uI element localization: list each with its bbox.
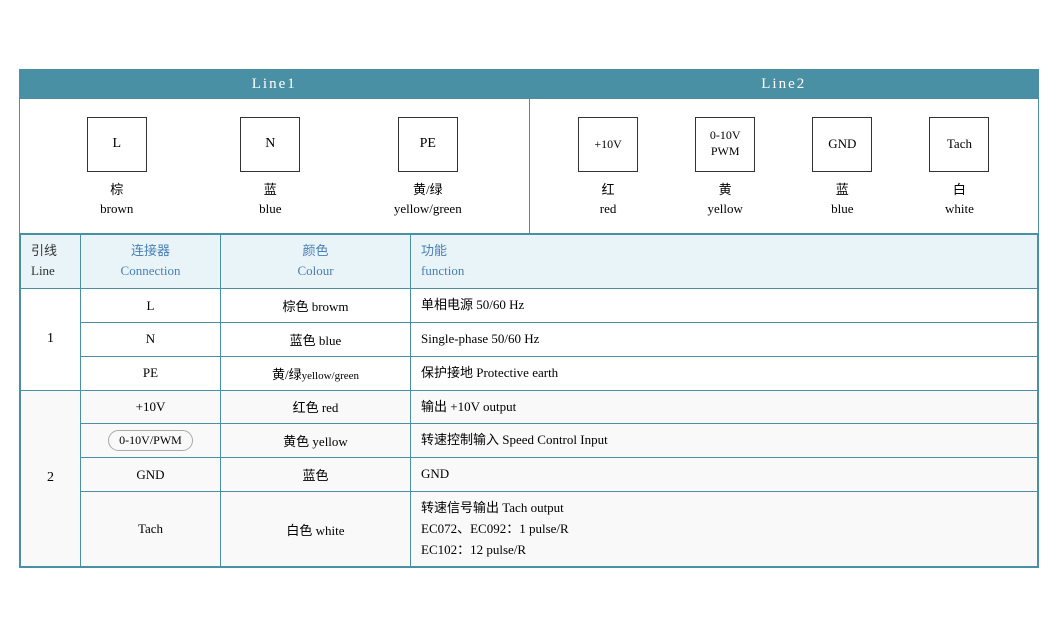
col-header-function-en: function bbox=[421, 261, 1027, 282]
func-cell-Tach: 转速信号输出 Tach output EC072、EC092：1 pulse/R… bbox=[411, 492, 1038, 567]
func-cell-N: Single-phase 50/60 Hz bbox=[411, 322, 1038, 356]
colour-cell-Tach: 白色 white bbox=[221, 492, 411, 567]
line-num-1: 1 bbox=[21, 289, 81, 390]
table-row-Tach: Tach 白色 white 转速信号输出 Tach output EC072、E… bbox=[21, 492, 1038, 567]
col-header-function-zh: 功能 bbox=[421, 241, 1027, 262]
connector-label-N: 蓝blue bbox=[259, 180, 281, 219]
func-cell-PWM: 转速控制输入 Speed Control Input bbox=[411, 424, 1038, 458]
table-row-PWM: 0-10V/PWM 黄色 yellow 转速控制输入 Speed Control… bbox=[21, 424, 1038, 458]
line2-connectors: +10V 红red 0-10VPWM 黄yellow GND 蓝blue Tac… bbox=[530, 99, 1039, 233]
conn-cell-PWM: 0-10V/PWM bbox=[81, 424, 221, 458]
connector-label-GND: 蓝blue bbox=[831, 180, 853, 219]
line1-header: Line1 bbox=[20, 70, 529, 99]
func-cell-L: 单相电源 50/60 Hz bbox=[411, 289, 1038, 323]
col-header-colour-en: Colour bbox=[231, 261, 400, 282]
table-row-10V: 2 +10V 红色 red 输出 +10V output bbox=[21, 390, 1038, 424]
connector-PE: PE 黄/绿yellow/green bbox=[394, 117, 462, 219]
main-container: Line1 L 棕brown N 蓝blue PE 黄/绿yellow/gree… bbox=[19, 69, 1039, 569]
connector-box-GND: GND bbox=[812, 117, 872, 172]
table-row-L: 1 L 棕色 browm 单相电源 50/60 Hz bbox=[21, 289, 1038, 323]
connector-label-PWM: 黄yellow bbox=[707, 180, 742, 219]
connector-PWM: 0-10VPWM 黄yellow bbox=[695, 117, 755, 219]
table-row-PE: PE 黄/绿yellow/green 保护接地 Protective earth bbox=[21, 356, 1038, 390]
col-header-function: 功能 function bbox=[411, 234, 1038, 289]
func-cell-PE: 保护接地 Protective earth bbox=[411, 356, 1038, 390]
connector-10V: +10V 红red bbox=[578, 117, 638, 219]
connector-label-Tach: 白white bbox=[945, 180, 974, 219]
colour-cell-PE: 黄/绿yellow/green bbox=[221, 356, 411, 390]
col-header-connection-en: Connection bbox=[91, 261, 210, 282]
connector-GND: GND 蓝blue bbox=[812, 117, 872, 219]
conn-cell-GND: GND bbox=[81, 458, 221, 492]
conn-cell-L: L bbox=[81, 289, 221, 323]
colour-cell-PWM: 黄色 yellow bbox=[221, 424, 411, 458]
tach-func-line3: EC102：12 pulse/R bbox=[421, 540, 1027, 561]
col-header-line-zh: 引线 bbox=[31, 241, 70, 262]
connector-box-PE: PE bbox=[398, 117, 458, 172]
connector-box-N: N bbox=[240, 117, 300, 172]
line1-diagram: Line1 L 棕brown N 蓝blue PE 黄/绿yellow/gree… bbox=[20, 70, 530, 233]
line2-diagram: Line2 +10V 红red 0-10VPWM 黄yellow GND 蓝bl… bbox=[530, 70, 1039, 233]
table-row-GND: GND 蓝色 GND bbox=[21, 458, 1038, 492]
connector-box-PWM: 0-10VPWM bbox=[695, 117, 755, 172]
conn-cell-N: N bbox=[81, 322, 221, 356]
func-cell-10V: 输出 +10V output bbox=[411, 390, 1038, 424]
connector-label-PE: 黄/绿yellow/green bbox=[394, 180, 462, 219]
connector-label-L: 棕brown bbox=[100, 180, 133, 219]
col-header-line-en: Line bbox=[31, 261, 70, 282]
connector-N: N 蓝blue bbox=[240, 117, 300, 219]
colour-cell-GND: 蓝色 bbox=[221, 458, 411, 492]
line1-label: Line1 bbox=[252, 76, 297, 92]
conn-cell-PE: PE bbox=[81, 356, 221, 390]
connector-box-L: L bbox=[87, 117, 147, 172]
col-header-connection: 连接器 Connection bbox=[81, 234, 221, 289]
colour-cell-L: 棕色 browm bbox=[221, 289, 411, 323]
connector-L: L 棕brown bbox=[87, 117, 147, 219]
connector-box-10V: +10V bbox=[578, 117, 638, 172]
colour-cell-10V: 红色 red bbox=[221, 390, 411, 424]
conn-cell-10V: +10V bbox=[81, 390, 221, 424]
line1-connectors: L 棕brown N 蓝blue PE 黄/绿yellow/green bbox=[20, 99, 529, 233]
table-row-N: N 蓝色 blue Single-phase 50/60 Hz bbox=[21, 322, 1038, 356]
connector-label-10V: 红red bbox=[600, 180, 617, 219]
col-header-connection-zh: 连接器 bbox=[91, 241, 210, 262]
tach-func-line2: EC072、EC092：1 pulse/R bbox=[421, 519, 1027, 540]
col-header-colour-zh: 颜色 bbox=[231, 241, 400, 262]
pwm-badge: 0-10V/PWM bbox=[108, 430, 193, 451]
line-num-2: 2 bbox=[21, 390, 81, 567]
table-header-row: 引线 Line 连接器 Connection 颜色 Colour 功能 func… bbox=[21, 234, 1038, 289]
conn-cell-Tach: Tach bbox=[81, 492, 221, 567]
line2-label: Line2 bbox=[761, 76, 806, 92]
connector-Tach: Tach 白white bbox=[929, 117, 989, 219]
line2-header: Line2 bbox=[530, 70, 1039, 99]
col-header-line: 引线 Line bbox=[21, 234, 81, 289]
data-table: 引线 Line 连接器 Connection 颜色 Colour 功能 func… bbox=[20, 234, 1038, 568]
func-cell-GND: GND bbox=[411, 458, 1038, 492]
col-header-colour: 颜色 Colour bbox=[221, 234, 411, 289]
diagram-section: Line1 L 棕brown N 蓝blue PE 黄/绿yellow/gree… bbox=[20, 70, 1038, 234]
tach-func-line1: 转速信号输出 Tach output bbox=[421, 498, 1027, 519]
colour-cell-N: 蓝色 blue bbox=[221, 322, 411, 356]
connector-box-Tach: Tach bbox=[929, 117, 989, 172]
